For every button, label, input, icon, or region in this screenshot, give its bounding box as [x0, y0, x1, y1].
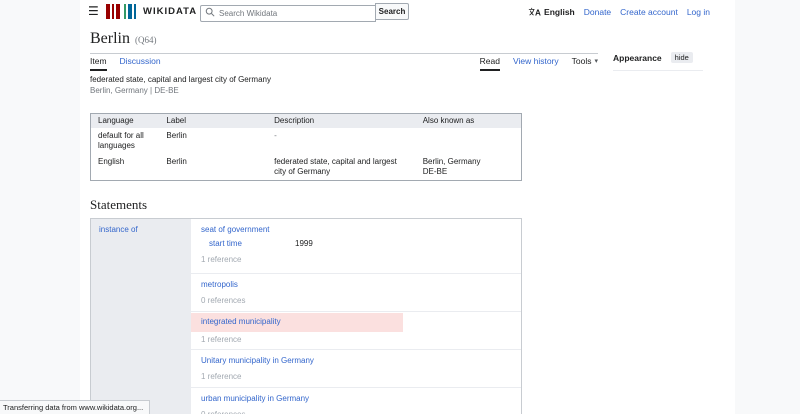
wikidata-logo-bars-icon — [106, 4, 136, 19]
header-user-links: A English Donate Create account Log in — [528, 0, 710, 24]
col-header-also-known-as: Also known as — [416, 114, 522, 129]
title-section: Berlin (Q64) — [90, 30, 598, 54]
appearance-panel: Appearance hide — [613, 52, 703, 71]
search-input[interactable] — [200, 5, 376, 22]
references-toggle[interactable]: 0 references — [201, 410, 521, 414]
cell-language: English — [91, 154, 160, 181]
statement-property-cell: instance of — [91, 219, 191, 414]
statement-value: urban municipality in Germany 0 referenc… — [191, 387, 521, 414]
wikidata-logo[interactable]: WIKIDATA — [106, 4, 197, 19]
value-link[interactable]: metropolis — [201, 280, 238, 289]
alias-line: Berlin, Germany — [423, 157, 514, 167]
qualifier-property-link[interactable]: start time — [209, 239, 295, 249]
browser-status-bar: Transferring data from www.wikidata.org.… — [0, 400, 150, 414]
create-account-link[interactable]: Create account — [620, 7, 678, 17]
wikidata-logo-text: WIKIDATA — [143, 6, 197, 17]
language-label: English — [544, 7, 575, 17]
language-icon: A — [528, 7, 541, 17]
appearance-hide-button[interactable]: hide — [671, 52, 693, 63]
value-link[interactable]: urban municipality in Germany — [201, 394, 309, 403]
value-link[interactable]: Unitary municipality in Germany — [201, 356, 314, 365]
references-toggle[interactable]: 1 reference — [201, 335, 521, 345]
page-title: Berlin (Q64) — [90, 30, 598, 48]
cell-description: federated state, capital and largest cit… — [267, 154, 416, 181]
statement-group: instance of seat of government start tim… — [90, 218, 522, 414]
references-toggle[interactable]: 1 reference — [201, 372, 521, 382]
chevron-down-icon: ▾ — [594, 57, 598, 65]
table-row: English Berlin federated state, capital … — [91, 154, 522, 181]
statement-value: Unitary municipality in Germany 1 refere… — [191, 349, 521, 387]
entity-subtitle: federated state, capital and largest cit… — [90, 74, 271, 96]
svg-text:A: A — [535, 9, 541, 17]
terms-table: Language Label Description Also known as… — [90, 113, 522, 181]
statement-value-highlighted: integrated municipality 1 reference — [191, 311, 521, 349]
cell-label: Berlin — [159, 128, 267, 154]
search-button[interactable]: Search — [375, 3, 409, 20]
cell-language: default for all languages — [91, 128, 160, 154]
cell-label: Berlin — [159, 154, 267, 181]
menu-icon[interactable]: ☰ — [88, 4, 99, 18]
cell-aliases — [416, 128, 522, 154]
page-content: ☰ WIKIDATA Search A English Donate — [80, 0, 735, 414]
references-toggle[interactable]: 1 reference — [201, 255, 521, 265]
entity-aliases: Berlin, Germany | DE-BE — [90, 85, 271, 96]
qualifier-row: start time1999 — [209, 239, 521, 249]
col-header-label: Label — [159, 114, 267, 129]
statements-heading: Statements — [90, 197, 147, 213]
page-tabs: Item Discussion Read View history Tools … — [90, 56, 598, 71]
tools-menu[interactable]: Tools ▾ — [572, 56, 598, 69]
search-icon — [205, 7, 215, 17]
table-row: default for all languages Berlin - — [91, 128, 522, 154]
cell-aliases: Berlin, Germany DE-BE — [416, 154, 522, 181]
language-selector[interactable]: A English — [528, 7, 575, 17]
terms-table-header-row: Language Label Description Also known as — [91, 114, 522, 129]
entity-label: Berlin — [90, 30, 130, 47]
cell-description: - — [267, 128, 416, 154]
statement-value: metropolis 0 references — [191, 273, 521, 311]
highlighted-value-bar: integrated municipality — [191, 313, 403, 332]
login-link[interactable]: Log in — [687, 7, 710, 17]
references-toggle[interactable]: 0 references — [201, 296, 521, 306]
property-link-instance-of[interactable]: instance of — [99, 225, 138, 234]
donate-link[interactable]: Donate — [584, 7, 611, 17]
tab-discussion[interactable]: Discussion — [120, 56, 161, 69]
alias-line: DE-BE — [423, 167, 514, 177]
entity-description: federated state, capital and largest cit… — [90, 74, 271, 85]
statement-values: seat of government start time1999 1 refe… — [191, 219, 521, 414]
statement-value: seat of government start time1999 1 refe… — [191, 219, 521, 273]
tab-view-history[interactable]: View history — [513, 56, 559, 69]
tab-read[interactable]: Read — [480, 56, 500, 71]
value-link[interactable]: seat of government — [201, 225, 269, 234]
entity-id: (Q64) — [135, 35, 157, 45]
tools-label: Tools — [572, 56, 592, 66]
browser-viewport: ☰ WIKIDATA Search A English Donate — [0, 0, 800, 414]
col-header-description: Description — [267, 114, 416, 129]
appearance-label: Appearance — [613, 53, 662, 63]
value-link[interactable]: integrated municipality — [201, 317, 281, 326]
qualifier-value: 1999 — [295, 239, 313, 248]
tab-item[interactable]: Item — [90, 56, 107, 71]
col-header-language: Language — [91, 114, 160, 129]
search-bar: Search — [200, 3, 409, 22]
